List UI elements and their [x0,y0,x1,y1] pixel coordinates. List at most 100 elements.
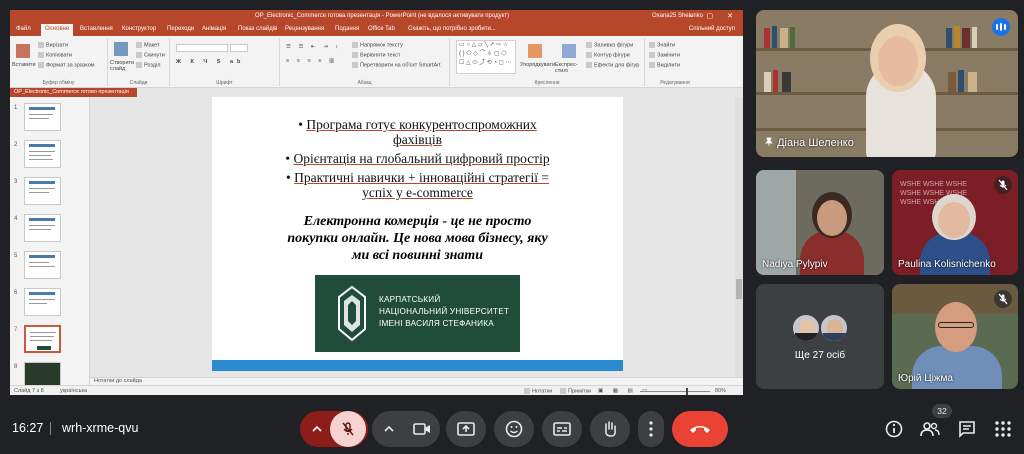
tell-me-search[interactable]: Скажіть, що потрібно зробити... [408,26,496,32]
others-count-label: Ще 27 осіб [794,350,846,361]
new-slide-button[interactable]: Створити слайд [110,60,138,72]
document-tab[interactable]: OP_Electronic_Commerce готово презентаці… [10,88,137,97]
thumb-line [29,114,53,115]
tab-home[interactable]: Основне [41,24,74,36]
section-button[interactable]: Розділ [136,62,160,68]
slide-thumbnail-1[interactable] [24,103,61,131]
participant-face [938,202,970,238]
language-indicator[interactable]: українська [60,388,87,394]
people-icon[interactable] [920,421,940,437]
arrange-icon[interactable] [528,44,542,58]
select-icon [649,62,655,68]
thumb-number: 6 [14,290,18,296]
notes-button[interactable]: Нотатки [524,388,552,394]
editing-group: Знайти Замінити Виділити Редагування [645,38,705,86]
slide-thumbnail-6[interactable] [24,288,61,316]
align-buttons[interactable]: ≡ ≡ ≡ ≡ ▥ [286,58,337,64]
format-painter-label: Формат за зразком [46,62,95,69]
participant-tile-main-speaker[interactable]: Діана Шеленко [756,10,1018,157]
zoom-level[interactable]: 80% [715,388,726,394]
slide-thumbnail-7[interactable] [24,325,61,353]
tab-design[interactable]: Конструктор [122,26,156,32]
avatar-suit [795,333,819,341]
share-button[interactable]: Спільний доступ [689,26,735,32]
camera-toggle-button[interactable] [404,411,440,447]
copy-icon [38,52,44,58]
audio-options-button[interactable] [300,411,334,447]
smartart-button[interactable]: Перетворити на об'єкт SmartArt [352,62,441,68]
quick-styles-button[interactable]: Експрес-стилі [555,62,583,74]
participant-tile-others[interactable]: Ще 27 осіб [756,284,884,389]
paste-icon[interactable] [16,44,30,58]
tab-slideshow[interactable]: Показ слайдів [238,26,277,32]
chat-icon[interactable] [958,420,976,438]
present-screen-button[interactable] [446,411,486,447]
scrollbar-thumb[interactable] [736,279,742,299]
zoom-slider[interactable] [640,391,710,392]
reactions-button[interactable] [494,411,534,447]
chevron-up-icon [312,425,322,432]
tab-office-tab[interactable]: Office Tab [368,26,395,32]
cut-button[interactable]: Вирізати [38,42,68,48]
raise-hand-button[interactable] [590,411,630,447]
slide-thumbnail-2[interactable] [24,140,61,168]
leave-call-button[interactable] [672,411,728,447]
zoom-slider-knob[interactable] [686,388,688,395]
participant-tile-nadiya[interactable]: Nadiya Pylypiv [756,170,884,275]
slide-thumbnail-5[interactable] [24,251,61,279]
comments-button[interactable]: Примітки [560,388,591,394]
vertical-scrollbar[interactable] [735,97,743,377]
more-options-button[interactable] [638,411,664,447]
tab-review[interactable]: Рецензування [285,26,324,32]
comment-icon [560,388,566,394]
current-slide[interactable]: • Програма готує конкурентоспроможних фа… [212,97,623,371]
activities-grid-icon[interactable] [995,421,1011,437]
video-options-button[interactable] [372,411,406,447]
slide-thumbnail-4[interactable] [24,214,61,242]
layout-button[interactable]: Макет [136,42,160,48]
slide-thumbnail-3[interactable] [24,177,61,205]
book [782,72,791,92]
replace-button[interactable]: Замінити [649,52,680,58]
align-text-icon [352,52,358,58]
copy-button[interactable]: Копіювати [38,52,72,58]
captions-button[interactable] [542,411,582,447]
format-painter-button[interactable]: Формат за зразком [38,62,95,68]
notes-pane[interactable]: Нотатки до слайда [90,377,743,385]
tab-insert[interactable]: Вставлення [80,26,113,32]
hand-icon [605,421,616,437]
layout-label: Макет [144,42,160,49]
tab-view[interactable]: Подання [335,26,359,32]
shape-fill-button[interactable]: Заливка фігури [586,42,633,48]
meeting-details-icon[interactable] [885,420,903,438]
reset-button[interactable]: Скинути [136,52,165,58]
new-slide-icon[interactable] [114,42,128,56]
select-button[interactable]: Виділити [649,62,680,68]
present-screen-icon [457,422,475,436]
font-name-field[interactable] [176,44,228,52]
window-controls[interactable]: – ▢ ✕ [689,12,739,20]
arrange-button[interactable]: Упорядкувати [520,62,555,68]
shape-outline-button[interactable]: Контур фігури [586,52,630,58]
microphone-toggle-button[interactable] [330,411,366,447]
paste-button[interactable]: Вставити [12,62,36,68]
tab-transitions[interactable]: Переходи [167,26,194,32]
glasses [938,322,974,328]
align-text-button[interactable]: Вирівняти текст [352,52,400,58]
participant-tile-yuriy[interactable]: Юрій Ціжма [892,284,1018,389]
thumb-line [29,262,49,263]
text-direction-button[interactable]: Напрямок тексту [352,42,403,48]
quick-styles-icon[interactable] [562,44,576,58]
find-button[interactable]: Знайти [649,42,675,48]
mic-off-icon [994,290,1012,308]
notes-placeholder: Нотатки до слайда [94,378,142,384]
list-buttons[interactable]: ☰ ☰ ⇤ ⇥ ↕ [286,44,341,50]
shape-effects-button[interactable]: Ефекти для фігур [586,62,639,68]
participant-tile-paulina[interactable]: WSHE WSHE WSHE WSHE WSHE WSHE WSHE WSHE WS… [892,170,1018,275]
tab-animations[interactable]: Анімація [202,26,226,32]
font-format-buttons[interactable]: Ж К Ч S ab [176,59,244,65]
tab-file[interactable]: Файл [16,26,31,32]
book [780,28,788,48]
font-size-field[interactable] [230,44,248,52]
bullet-1-line-1: Програма готує конкурентоспроможних [306,117,537,132]
